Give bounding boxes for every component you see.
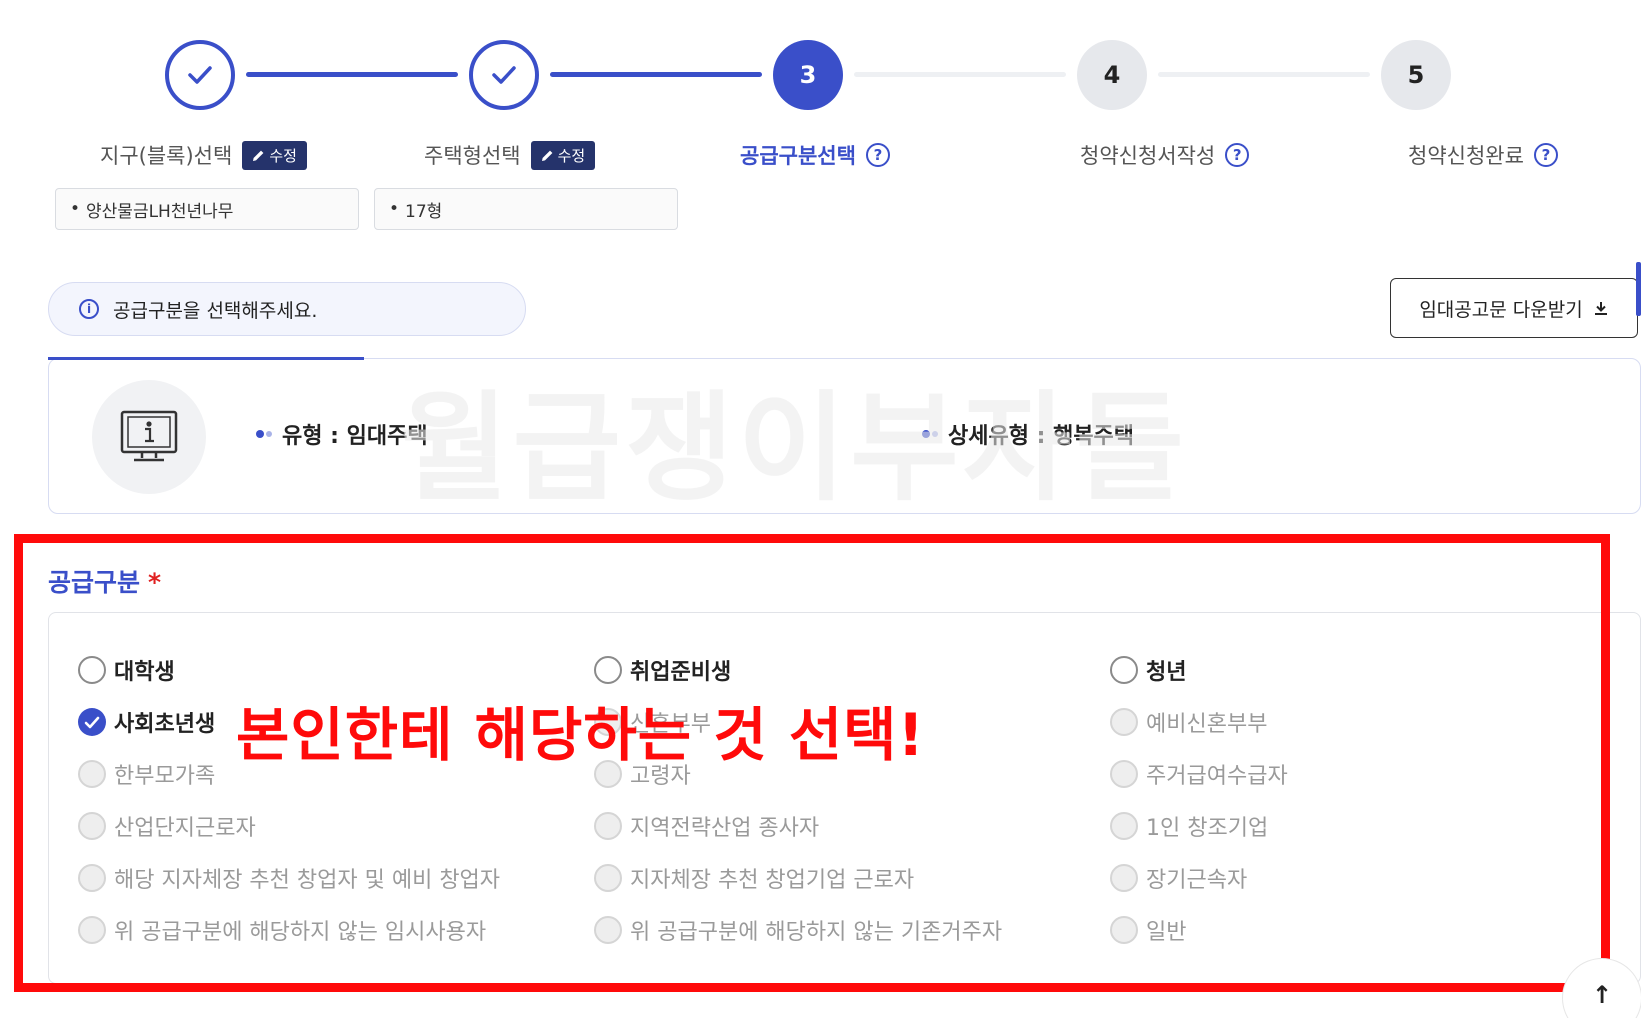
step-connector-4 (1158, 72, 1370, 77)
edit-badge-label: 수정 (269, 146, 297, 165)
arrow-up-icon: ↑ (1591, 981, 1613, 1009)
edit-block-button[interactable]: 수정 (242, 140, 307, 170)
step-connector-3 (854, 72, 1066, 77)
step-5-label: 청약신청완료 (1408, 144, 1524, 168)
info-icon: i (79, 299, 99, 319)
help-icon[interactable]: ? (1533, 143, 1558, 167)
list-bullet: • (70, 199, 81, 219)
step-5-circle: 5 (1381, 40, 1451, 110)
pencil-icon (253, 150, 264, 161)
step-2-circle (469, 40, 539, 110)
step-1-circle (165, 40, 235, 110)
download-icon (1594, 302, 1607, 315)
check-icon (492, 66, 516, 84)
selected-house-type-value: 17형 (405, 201, 443, 222)
step-4-label-group: 청약신청서작성 ? (1080, 140, 1250, 170)
step-4-label: 청약신청서작성 (1080, 144, 1216, 168)
type-card-accent-bar (48, 357, 364, 360)
step-connector-2 (550, 72, 762, 77)
download-button-label: 임대공고문 다운받기 (1419, 298, 1583, 321)
step-5-label-group: 청약신청완료 ? (1408, 140, 1558, 170)
selected-block-value: 양산물금LH천년나무 (86, 201, 234, 222)
step-3-label-group: 공급구분선택 ? (740, 140, 890, 170)
bullet-icon (256, 430, 272, 438)
bullet-icon (922, 430, 938, 438)
kiosk-info-icon (92, 380, 206, 494)
step-connector-1 (246, 72, 458, 77)
side-tab-edge (1636, 262, 1641, 316)
notice-banner: i 공급구분을 선택해주세요. (48, 282, 526, 336)
step-1-label: 지구(블록)선택 (100, 144, 233, 168)
step-2-label-group: 주택형선택 수정 (424, 140, 596, 170)
step-1-label-group: 지구(블록)선택 수정 (100, 140, 307, 170)
selected-block-box: • 양산물금LH천년나무 (55, 188, 359, 230)
pencil-icon (541, 150, 553, 161)
step-3-circle: 3 (773, 40, 843, 110)
progress-stepper: 3 4 5 지구(블록)선택 수정 주택형선택 수정 공급구분선택 ? 청약신청… (0, 0, 1641, 240)
edit-house-type-button[interactable]: 수정 (530, 140, 596, 170)
download-notice-button[interactable]: 임대공고문 다운받기 (1390, 278, 1638, 338)
annotation-text: 본인한테 해당하는 것 선택! (236, 701, 925, 769)
step-4-circle: 4 (1077, 40, 1147, 110)
housing-subtype-value: 상세유형 : 행복주택 (948, 424, 1135, 449)
edit-badge-label: 수정 (557, 146, 586, 165)
selected-house-type-box: • 17형 (374, 188, 678, 230)
housing-type-field: 유형 : 임대주택 (256, 418, 428, 450)
help-icon[interactable]: ? (865, 143, 890, 167)
housing-subtype-field: 상세유형 : 행복주택 (922, 418, 1134, 450)
check-icon (188, 66, 212, 84)
step-2-label: 주택형선택 (424, 144, 521, 168)
step-3-label: 공급구분선택 (740, 144, 856, 168)
list-bullet: • (389, 199, 400, 219)
housing-type-value: 유형 : 임대주택 (282, 424, 428, 449)
help-icon[interactable]: ? (1225, 143, 1250, 167)
notice-text: 공급구분을 선택해주세요. (113, 299, 318, 322)
